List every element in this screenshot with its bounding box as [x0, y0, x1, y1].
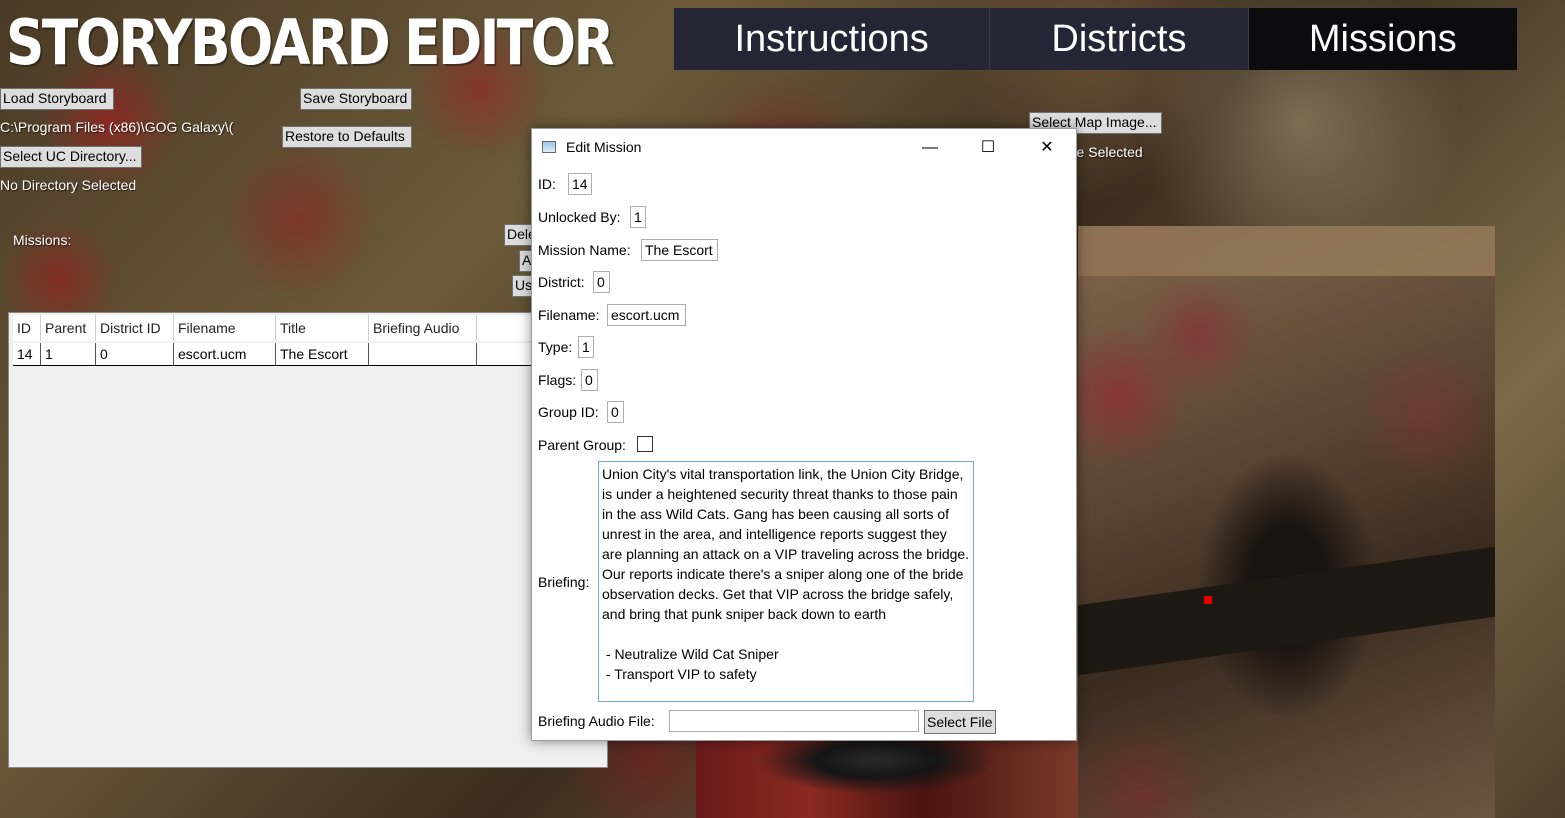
group-id-label: Group ID: — [538, 404, 599, 420]
id-field[interactable]: 14 — [568, 173, 592, 195]
dialog-title: Edit Mission — [566, 139, 642, 155]
tab-missions[interactable]: Missions — [1248, 8, 1517, 70]
close-icon[interactable]: ✕ — [1027, 135, 1067, 161]
missions-label: Missions: — [13, 232, 72, 248]
cell-audio — [369, 343, 477, 365]
parent-group-label: Parent Group: — [538, 437, 626, 453]
column-header-filename[interactable]: Filename — [174, 315, 276, 341]
briefing-label: Briefing: — [538, 574, 590, 590]
cell-id: 14 — [13, 343, 41, 365]
window-icon — [542, 141, 556, 153]
cell-parent: 1 — [41, 343, 96, 365]
column-header-district[interactable]: District ID — [96, 315, 174, 341]
main-nav: Instructions Districts Missions — [674, 8, 1517, 70]
app-title: STORYBOARD EDITOR — [6, 6, 615, 79]
dialog-titlebar[interactable]: Edit Mission — ☐ ✕ — [532, 129, 1076, 167]
uc-directory-path: C:\Program Files (x86)\GOG Galaxy\( — [0, 119, 234, 135]
type-field[interactable]: 1 — [578, 336, 594, 358]
mission-name-label: Mission Name: — [538, 242, 631, 258]
briefing-textarea[interactable]: Union City's vital transportation link, … — [598, 461, 974, 702]
column-header-title[interactable]: Title — [276, 315, 369, 341]
unlocked-by-field[interactable]: 1 — [630, 206, 646, 228]
map-preview[interactable] — [1078, 226, 1495, 818]
column-header-parent[interactable]: Parent — [41, 315, 96, 341]
map-river — [1078, 546, 1495, 676]
group-id-field[interactable]: 0 — [607, 401, 624, 423]
parent-group-checkbox[interactable] — [637, 436, 653, 452]
district-label: District: — [538, 274, 585, 290]
filename-field[interactable]: escort.ucm — [607, 304, 686, 326]
maximize-icon[interactable]: ☐ — [968, 135, 1008, 161]
select-file-button[interactable]: Select File — [924, 710, 996, 734]
column-header-audio[interactable]: Briefing Audio — [369, 315, 477, 341]
load-storyboard-button[interactable]: Load Storyboard — [0, 88, 114, 110]
column-header-filler — [477, 315, 533, 341]
background-artwork — [696, 740, 1078, 818]
table-row[interactable]: 14 1 0 escort.ucm The Escort — [13, 343, 533, 366]
table-header: ID Parent District ID Filename Title Bri… — [13, 315, 533, 341]
unlocked-by-label: Unlocked By: — [538, 209, 621, 225]
flags-field[interactable]: 0 — [581, 369, 598, 391]
cell-filler — [477, 343, 533, 365]
directory-status: No Directory Selected — [0, 177, 137, 193]
tab-districts[interactable]: Districts — [990, 8, 1249, 70]
id-label: ID: — [538, 176, 556, 192]
mission-name-field[interactable]: The Escort — [641, 239, 718, 261]
map-marker[interactable] — [1204, 596, 1212, 604]
column-header-id[interactable]: ID — [13, 315, 41, 341]
briefing-audio-label: Briefing Audio File: — [538, 713, 655, 729]
select-uc-directory-button[interactable]: Select UC Directory... — [0, 146, 142, 168]
missions-table[interactable]: ID Parent District ID Filename Title Bri… — [8, 312, 608, 768]
minimize-icon[interactable]: — — [910, 135, 950, 161]
cell-filename: escort.ucm — [174, 343, 276, 365]
cell-title: The Escort — [276, 343, 369, 365]
filename-label: Filename: — [538, 307, 600, 323]
district-field[interactable]: 0 — [593, 271, 610, 293]
cell-district: 0 — [96, 343, 174, 365]
tab-instructions[interactable]: Instructions — [674, 8, 991, 70]
flags-label: Flags: — [538, 372, 577, 388]
restore-defaults-button[interactable]: Restore to Defaults — [282, 126, 412, 148]
type-label: Type: — [538, 339, 573, 355]
save-storyboard-button[interactable]: Save Storyboard — [300, 88, 412, 110]
briefing-audio-field[interactable] — [669, 710, 919, 732]
